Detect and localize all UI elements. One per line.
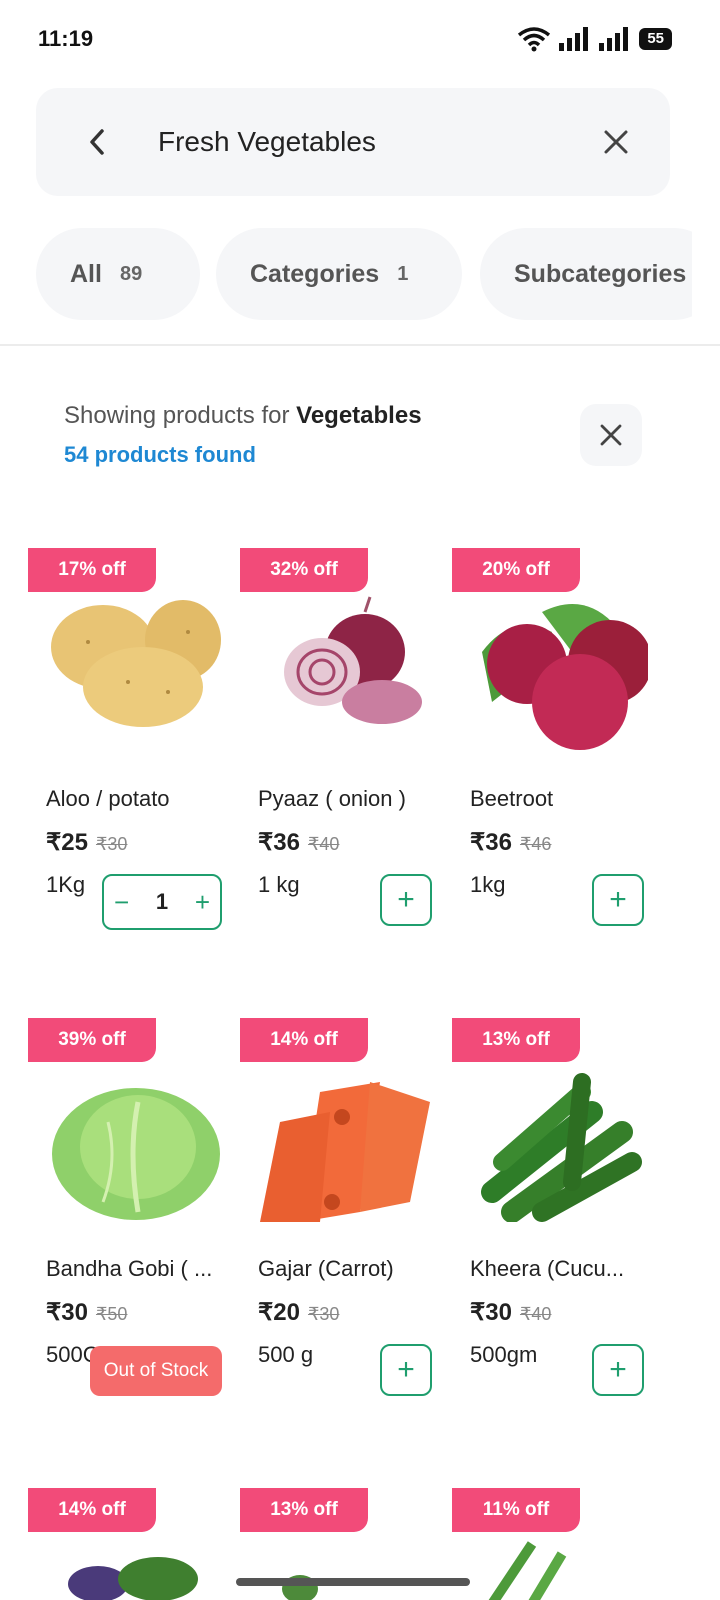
product-quantity: 1 kg [258, 872, 300, 897]
plus-icon[interactable]: + [195, 887, 210, 918]
product-quantity: 500 g [258, 1342, 314, 1367]
product-name: Bandha Gobi ( ... [46, 1256, 213, 1281]
discount-badge: 39% off [28, 1018, 156, 1062]
product-quantity: 1Kg [46, 872, 86, 897]
potato-image [51, 600, 221, 727]
discount-badge: 20% off [452, 548, 580, 592]
discount-badge: 32% off [240, 548, 368, 592]
chip-subcategories[interactable]: Subcategories [480, 228, 692, 320]
discount-badge: 14% off [28, 1488, 156, 1532]
product-card[interactable]: 20% off Beetroot ₹36 ₹46 1kg + [452, 548, 664, 948]
status-time: 11:19 [38, 26, 94, 51]
discount-badge: 13% off [240, 1488, 368, 1532]
signal-icon [559, 27, 589, 51]
close-icon [600, 424, 622, 446]
discount-badge: 14% off [240, 1018, 368, 1062]
product-name: Aloo / potato [46, 786, 170, 811]
onion-image [284, 596, 422, 724]
product-price: ₹30 ₹40 [470, 1299, 552, 1326]
signal-icon-2 [599, 27, 629, 51]
product-name: Kheera (Cucu... [470, 1256, 625, 1281]
original-price: ₹40 [519, 1304, 552, 1324]
beetroot-image [482, 604, 648, 750]
quantity-stepper[interactable]: − 1 + [102, 874, 222, 930]
original-price: ₹40 [307, 834, 340, 854]
search-input[interactable]: Fresh Vegetables [158, 124, 376, 160]
divider [0, 344, 720, 346]
product-quantity: 500gm [470, 1342, 538, 1367]
product-price: ₹25 ₹30 [46, 829, 128, 856]
chip-label: Categories [250, 259, 380, 288]
category-name: Vegetables [296, 402, 422, 429]
out-of-stock-badge: Out of Stock [90, 1346, 222, 1396]
add-to-cart-button[interactable]: + [592, 1344, 644, 1396]
battery-icon: 55 [639, 28, 672, 50]
vegetable-image [488, 1541, 567, 1600]
home-indicator[interactable] [236, 1578, 470, 1586]
original-price: ₹46 [519, 834, 552, 854]
product-card[interactable]: 39% off Bandha Gobi ( ... ₹30 ₹50 500G Ou… [28, 1018, 240, 1418]
carrot-image [260, 1082, 430, 1222]
cart-count: 1 [155, 889, 169, 914]
wifi-icon [518, 27, 551, 52]
product-card[interactable]: 14% off [28, 1488, 240, 1600]
product-card[interactable]: 32% off Pyaaz ( onion ) ₹36 ₹40 1 kg + [240, 548, 452, 948]
chip-categories[interactable]: Categories 1 [216, 228, 462, 320]
add-to-cart-button[interactable]: + [380, 1344, 432, 1396]
chip-label: Subcategories [514, 259, 687, 288]
close-icon[interactable] [600, 126, 632, 158]
product-name: Beetroot [470, 786, 554, 811]
status-bar: 11:19 55 [0, 0, 720, 80]
vegetable-image [68, 1557, 198, 1600]
vegetable-image [282, 1575, 318, 1600]
products-found: 54 products found [64, 442, 256, 467]
product-price: ₹36 ₹40 [258, 829, 340, 856]
filter-chips: All 89 Categories 1 Subcategories [0, 228, 692, 322]
product-name: Pyaaz ( onion ) [258, 786, 406, 811]
product-price: ₹36 ₹46 [470, 829, 552, 856]
product-price: ₹30 ₹50 [46, 1299, 128, 1326]
cucumber-image [481, 1073, 642, 1222]
back-arrow-icon[interactable] [80, 124, 116, 160]
minus-icon[interactable]: − [114, 887, 129, 918]
showing-text: Showing products for Vegetables [64, 402, 422, 429]
chip-count: 1 [397, 262, 409, 285]
chip-all[interactable]: All 89 [36, 228, 200, 320]
status-icons: 55 [517, 26, 672, 52]
original-price: ₹30 [95, 834, 128, 854]
chip-label: All [70, 259, 102, 288]
add-to-cart-button[interactable]: + [592, 874, 644, 926]
discount-badge: 13% off [452, 1018, 580, 1062]
original-price: ₹30 [307, 1304, 340, 1324]
discount-badge: 11% off [452, 1488, 580, 1532]
original-price: ₹50 [95, 1304, 128, 1324]
discount-badge: 17% off [28, 548, 156, 592]
clear-filter-button[interactable] [580, 404, 642, 466]
product-card[interactable]: 11% off [452, 1488, 664, 1600]
product-card[interactable]: 13% off Kheera (Cucu... ₹30 ₹40 500gm + [452, 1018, 664, 1418]
product-price: ₹20 ₹30 [258, 1299, 340, 1326]
cabbage-image [52, 1088, 220, 1220]
product-card[interactable]: 17% off Aloo / potato ₹25 ₹30 1Kg − 1 + [28, 548, 240, 948]
filter-info: Showing products for Vegetables 54 produ… [64, 400, 422, 468]
add-to-cart-button[interactable]: + [380, 874, 432, 926]
product-name: Gajar (Carrot) [258, 1256, 394, 1281]
chip-count: 89 [119, 262, 143, 285]
product-card[interactable]: 14% off Gajar (Carrot) ₹20 ₹30 500 g + [240, 1018, 452, 1418]
product-quantity: 1kg [470, 872, 506, 897]
